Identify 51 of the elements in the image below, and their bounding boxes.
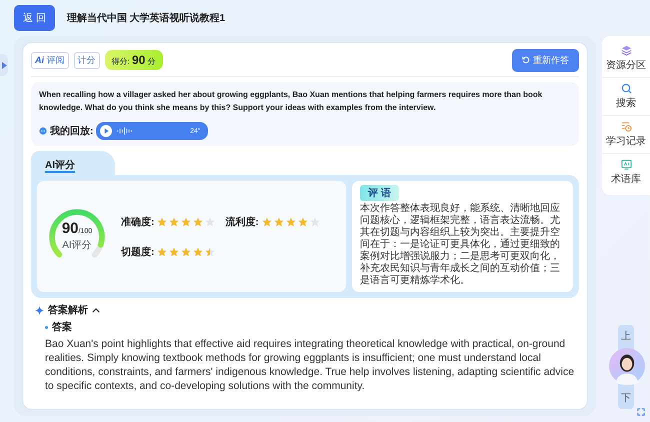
bullet-icon <box>45 326 48 328</box>
scoring-tag: 计分 <box>74 52 100 68</box>
star-icon <box>169 246 180 256</box>
star-icon <box>274 216 284 226</box>
search-icon <box>620 83 632 94</box>
star-icon <box>181 246 192 256</box>
comment-title: 评 语 <box>360 185 399 201</box>
page-title: 理解当代中国 大学英语视听说教程1 <box>66 12 226 25</box>
sidebar-item[interactable]: 学习记录 <box>602 116 650 154</box>
star-icon <box>205 246 216 256</box>
star-icon <box>157 216 168 226</box>
star-icon <box>181 216 192 226</box>
star-icon <box>262 216 272 226</box>
sidebar-item[interactable]: 术语库 <box>602 154 650 191</box>
next-link[interactable]: 下 <box>621 391 631 405</box>
comment-text: 本次作答整体表现良好，能系统、清晰地回应问题核心，逻辑框架完整，语言表达流畅。尤其在切题与内容组织上较为突出。主要提升空间在于：一是论证可更具体化，通过更细致的案例对比增强说服力；二是思考可更双向化，补充农民知识与青年成长之间的互动价值；三是语言可更精炼学术化。 <box>360 203 562 287</box>
answer-text: Bao Xuan's point highlights that effective aid requires integrating theoretical knowledge with practical, on-ground realities. Simply knowing textbook methods for growing eggplants is insufficient; one must understand local conditions, constraints, and farmers' indigenous knowledge. True help involves listening, adapting scientific advice to specific contexts, and co-developing solutions with the community. <box>44 337 576 393</box>
previous-link[interactable]: 上 <box>621 329 631 343</box>
star-icon <box>286 216 296 226</box>
sidebar-item[interactable]: 资源分区 <box>602 40 650 78</box>
answer-label: 答案 <box>52 320 72 334</box>
chat-icon <box>39 127 47 135</box>
play-icon[interactable] <box>100 125 112 137</box>
ai-review-tag: Ai 评阅 <box>31 52 69 68</box>
analysis-title: 答案解析 <box>48 303 88 317</box>
ai-score-title: AI评分 <box>45 160 75 173</box>
score-value: 90 <box>62 220 79 236</box>
back-button[interactable]: 返 回 <box>14 5 55 31</box>
fullscreen-icon[interactable] <box>637 408 645 416</box>
assistant-avatar[interactable] <box>608 347 646 385</box>
clock-list-icon <box>620 121 632 132</box>
refresh-icon <box>522 56 530 64</box>
layers-icon <box>620 45 632 56</box>
star-icon <box>169 216 180 226</box>
star-icon <box>193 246 204 256</box>
criterion-label: 流利度: <box>225 215 259 228</box>
chevron-icon[interactable] <box>92 308 100 312</box>
playback-label: 我的回放: <box>50 124 94 138</box>
score-badge: 得分: 90 分 <box>104 50 163 70</box>
question-text: When recalling how a villager asked her about growing eggplants, Bao Xuan mentions that helping farmers requires more than book knowledge. What do you think she means by this? Support your ideas with examples from the interview. <box>39 89 544 114</box>
criterion-label: 准确度: <box>121 215 154 228</box>
star-icon <box>193 216 204 226</box>
retry-button[interactable]: 重新作答 <box>512 48 579 72</box>
criterion-label: 切题度: <box>121 245 154 258</box>
star-icon <box>157 246 168 256</box>
star-icon <box>298 216 308 226</box>
sparkle-icon <box>35 306 44 314</box>
sidebar-item[interactable]: 搜索 <box>602 78 650 116</box>
caret-icon <box>2 62 6 68</box>
gauge-label: AI评分 <box>62 238 92 252</box>
expand-tab[interactable] <box>0 54 8 76</box>
